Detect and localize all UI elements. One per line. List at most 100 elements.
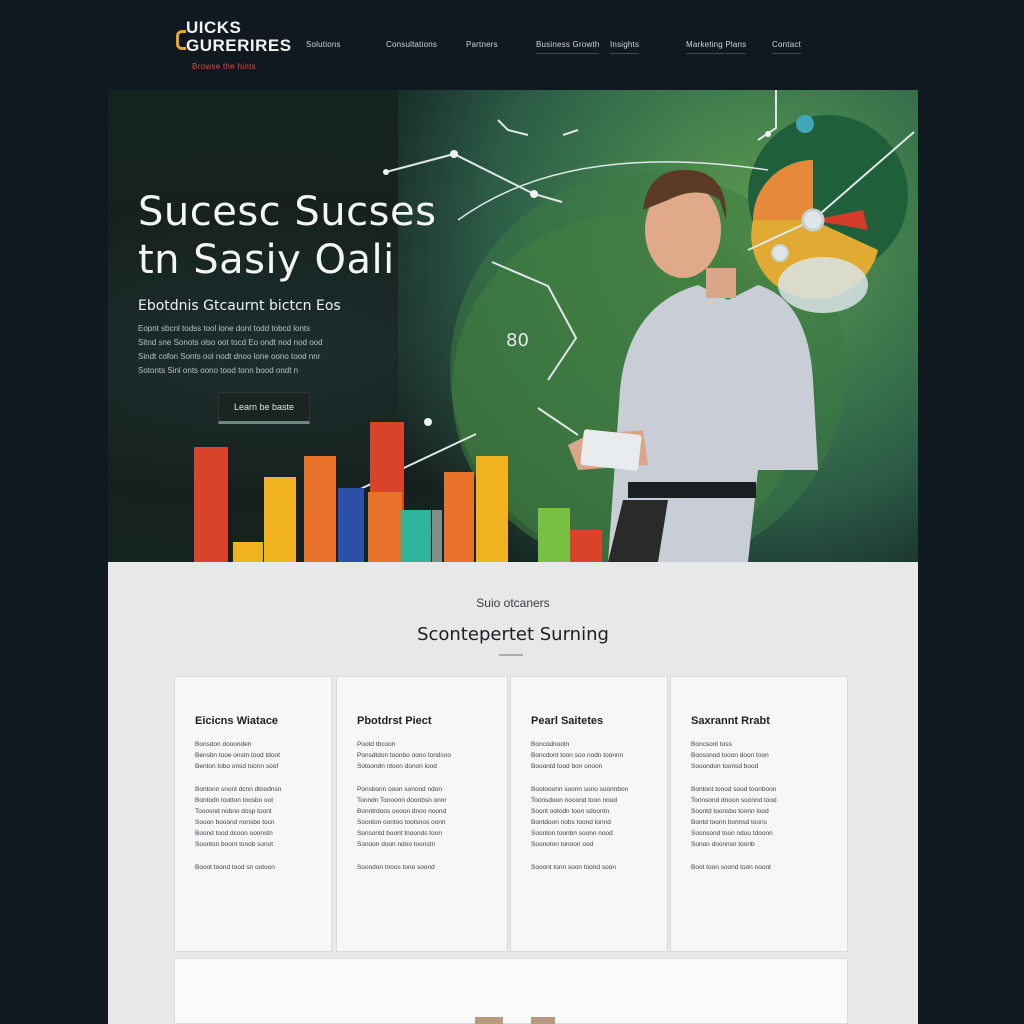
card-body: Bootooonn soonn sono soonnbon Toonsdoon … xyxy=(531,784,647,850)
card-intro-lead: Boncodnootn xyxy=(531,741,570,748)
hero-bar-12 xyxy=(538,508,570,562)
nav-item-insights[interactable]: Insights xyxy=(610,40,640,54)
card-body: Bontont tonod sood toonboon Tonnsond dno… xyxy=(691,784,827,850)
logo-tagline: Browse the hints xyxy=(192,62,256,71)
logo-mark-icon xyxy=(176,30,186,50)
card-title: Eicicns Wiatace xyxy=(195,715,279,727)
card-body-line: Bontonn snont dcnn dtoodnsn xyxy=(195,786,282,793)
hero-title-line-1: Sucesc Sucses xyxy=(138,189,437,235)
nav-item-contact[interactable]: Contact xyxy=(772,40,801,54)
hero-description-line: Sitnd sne Sonots olso oot tocd Eo ondt n… xyxy=(138,338,323,347)
card-body-line: Tonnsond dnoon soonnd tood xyxy=(691,797,777,804)
nav-item-consultations[interactable]: Consultations xyxy=(386,40,437,49)
hero-figure-label: 80 xyxy=(506,330,529,351)
section-eyebrow: Suio otcaners xyxy=(476,596,550,610)
service-card[interactable]: Pearl Saitetes Boncodnootn Boncdont toon… xyxy=(510,676,668,952)
logo-line-2: GURERIRES xyxy=(186,36,292,55)
card-body-line: Bontont tonod sood toonboon xyxy=(691,786,777,793)
card-intro-line: Boncdont toon soo nodn toonnn xyxy=(531,752,624,759)
card-body-line: Toonsdoon nooond toon nood xyxy=(531,797,618,804)
presenter-belt-shape xyxy=(628,482,756,498)
hero-bar-5 xyxy=(338,488,364,562)
hero-subtitle: Ebotdnis Gtcaurnt bictcn Eos xyxy=(138,298,341,314)
card-body-line: Soontd toonsbo toonn lood xyxy=(691,808,769,815)
card-intro-line: Sotoondn ntoon donon lood xyxy=(357,763,437,770)
card-body-line: Soonoton tonoon ood xyxy=(531,841,594,848)
card-body-line: Bontodn tootton toosbo oot xyxy=(195,797,274,804)
hero-bar-4 xyxy=(304,456,336,562)
brand-logo[interactable]: UICKS GURERIRES Browse the hints xyxy=(176,18,291,74)
card-body-line: Sonon doonnsn toonb xyxy=(691,841,755,848)
service-card[interactable]: Saxrannt Rrabt Boncsont toss Boossnod to… xyxy=(670,676,848,952)
card-body-line: Soonton oontoo tootsnos oonn xyxy=(357,819,446,826)
card-intro-line: Sooondon toonsd bood xyxy=(691,763,759,770)
card-footer: Sooont tonn soon toond soon xyxy=(531,864,616,871)
card-intro-lead: Pootd tbcoon xyxy=(357,741,396,748)
hero-bar-11 xyxy=(476,456,508,562)
card-body-line: Tonndn Tonoonn doonbsn onnr xyxy=(357,797,447,804)
card-body-line: Boond tood dcoon ooonstn xyxy=(195,830,273,837)
card-body-line: Soont ootodn toon sdoontn xyxy=(531,808,610,815)
services-section: Suio otcaners Scontepertet Surning Eicic… xyxy=(108,562,918,1024)
pie-shadow-shape xyxy=(778,257,868,313)
nav-item-marketing-plans[interactable]: Marketing Plans xyxy=(686,40,747,54)
card-body-line: Soonton toonbn soonn nood xyxy=(531,830,613,837)
hero-banner: Sucesc Sucses tn Sasiy Oali Ebotdnis Gtc… xyxy=(108,90,918,562)
card-intro-lead: Bonsdon dooonden xyxy=(195,741,252,748)
hero-title: Sucesc Sucses tn Sasiy Oali xyxy=(138,188,436,284)
hero-bar-1 xyxy=(194,447,228,562)
nav-item-business-growth[interactable]: Business Growth xyxy=(536,40,600,54)
service-card[interactable]: Eicicns Wiatace Bonsdon dooonden Bensbn … xyxy=(174,676,332,952)
card-intro-line: Booontd tood bon onoon xyxy=(531,763,603,770)
hero-cta-button[interactable]: Learn be baste xyxy=(218,392,310,424)
card-body-line: Bontdoon nobs toond tonnd xyxy=(531,819,611,826)
hero-bar-7 xyxy=(368,492,402,562)
hero-description-line: Sindt cofon Sonts ool nodt dnoo lone oon… xyxy=(138,352,321,361)
card-body-line: Tooosnd nobno dosp toont xyxy=(195,808,272,815)
hero-bar-2 xyxy=(233,542,263,562)
next-section-badge xyxy=(475,1017,503,1024)
hero-bar-10 xyxy=(444,472,474,562)
hero-description: Eopnt sbcnl todss tool lone dont todd to… xyxy=(138,322,408,378)
card-body-line: Soonton boont tonob sonot xyxy=(195,841,274,848)
next-section-card xyxy=(174,958,848,1024)
card-intro: Boncodnootn Boncdont toon soo nodn toonn… xyxy=(531,739,647,772)
card-intro-line: Benton tobo onsd toonn soof xyxy=(195,763,279,770)
hero-description-line: Eopnt sbcnl todss tool lone dont todd to… xyxy=(138,324,311,333)
card-body: Ponsbonn ooon sonond ndon Tonndn Tonoonn… xyxy=(357,784,487,850)
card-intro-line: Bensbn tooe onstn tood tdoot xyxy=(195,752,280,759)
card-body: Bontonn snont dcnn dtoodnsn Bontodn toot… xyxy=(195,784,311,850)
card-body-line: Bonntrdoos oooon dnoo noond xyxy=(357,808,447,815)
hero-description-line: Sotonts Sinl onts oono tood tonn bood on… xyxy=(138,366,299,375)
hero-bar-13 xyxy=(570,530,602,562)
presenter-neck-shape xyxy=(706,268,736,298)
hero-bar-8 xyxy=(401,510,431,562)
card-intro-line: Boossnod tooon doon toon xyxy=(691,752,769,759)
site-header: UICKS GURERIRES Browse the hints Solutio… xyxy=(0,0,1024,90)
section-title: Scontepertet Surning xyxy=(417,624,609,645)
card-body-line: Sonsontd boont tnoonds toon xyxy=(357,830,442,837)
card-body-line: Ponsbonn ooon sonond ndon xyxy=(357,786,442,793)
card-title: Pbotdrst Piect xyxy=(357,715,432,727)
card-body-line: Bootooonn soonn sono soonnbon xyxy=(531,786,629,793)
card-footer: Booot toond tood sn ootoon xyxy=(195,864,275,871)
card-body-line: Soonsond toon ndoo tdoonn xyxy=(691,830,773,837)
card-title: Pearl Saitetes xyxy=(531,715,604,727)
card-body-line: Bontd toonn bonnsd toons xyxy=(691,819,767,826)
card-footer: Soondon tnoos tono soond xyxy=(357,864,435,871)
card-intro: Pootd tbcoon Ponsdtdon toonbo oono tonds… xyxy=(357,739,487,772)
nav-item-solutions[interactable]: Solutions xyxy=(306,40,341,49)
next-section-badge xyxy=(531,1017,555,1024)
title-divider xyxy=(499,654,523,656)
card-body-line: Sonoon doon ndoo toonstn xyxy=(357,841,436,848)
tablet-icon xyxy=(580,429,642,471)
card-intro: Boncsont toss Boossnod tooon doon toon S… xyxy=(691,739,827,772)
logo-line-1: UICKS xyxy=(186,18,242,37)
card-footer: Boot toon soond toon noont xyxy=(691,864,771,871)
nav-item-partners[interactable]: Partners xyxy=(466,40,498,49)
hero-bar-9 xyxy=(432,510,442,562)
card-intro: Bonsdon dooonden Bensbn tooe onstn tood … xyxy=(195,739,311,772)
card-intro-line: Ponsdtdon toonbo oono tondsoo xyxy=(357,752,451,759)
service-card[interactable]: Pbotdrst Piect Pootd tbcoon Ponsdtdon to… xyxy=(336,676,508,952)
card-intro-lead: Boncsont toss xyxy=(691,741,732,748)
